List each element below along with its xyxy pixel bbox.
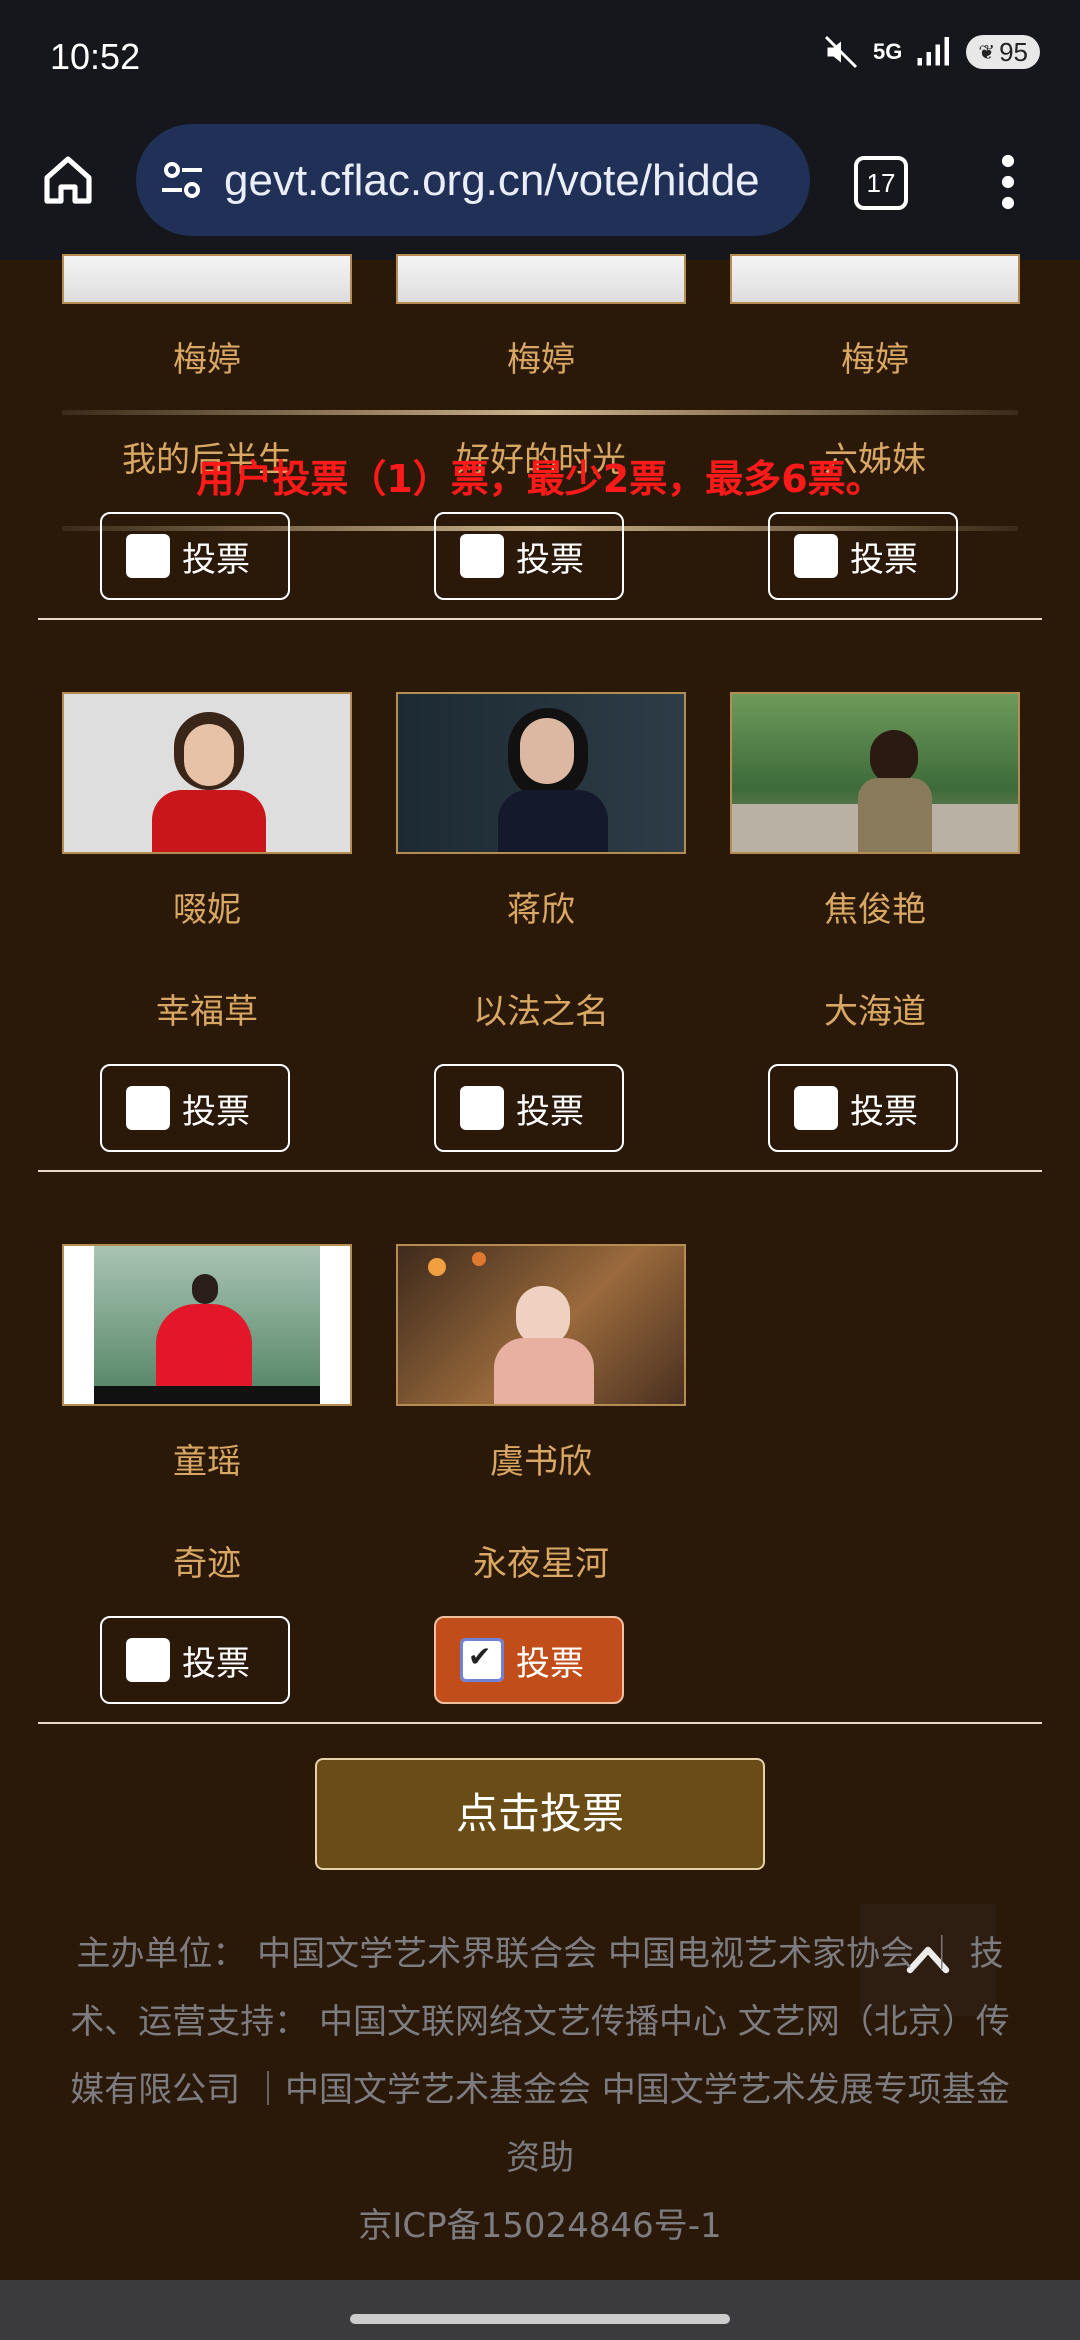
status-bar: 10:52 5G ❦ 95: [0, 0, 1080, 120]
checkbox[interactable]: [460, 1086, 504, 1130]
footer-icp: 京ICP备15024846号-1: [358, 2206, 722, 2246]
checkbox[interactable]: [794, 1086, 838, 1130]
checkbox[interactable]: [126, 1086, 170, 1130]
checkbox[interactable]: [460, 534, 504, 578]
candidate-name: 童瑶: [173, 1442, 241, 1482]
tab-switcher-button[interactable]: 17: [854, 156, 908, 210]
vote-checkbox-button[interactable]: 投票: [434, 1064, 624, 1152]
submit-vote-button[interactable]: 点击投票: [315, 1758, 765, 1870]
browser-toolbar: gevt.cflac.org.cn/vote/hidde 17: [0, 120, 1080, 260]
candidate-work: 永夜星河: [473, 1544, 609, 1584]
checkbox[interactable]: [126, 534, 170, 578]
vote-label: 投票: [850, 1091, 918, 1132]
battery-level: 95: [999, 36, 1028, 67]
candidate-photo: [396, 692, 686, 854]
candidate-work: 以法之名: [473, 992, 609, 1032]
candidate-photo: [62, 254, 352, 304]
footer: 主办单位： 中国文学艺术界联合会 中国电视艺术家协会 ｜ 技术、运营支持： 中国…: [60, 1920, 1020, 2260]
vote-label: 投票: [182, 1091, 250, 1132]
candidate-photo: [396, 1244, 686, 1406]
vote-checkbox-button[interactable]: 投票: [100, 1616, 290, 1704]
candidate-name: 梅婷: [507, 340, 575, 380]
site-settings-icon[interactable]: [158, 156, 206, 204]
candidate-photo: [62, 1244, 352, 1406]
footer-credits: 主办单位： 中国文学艺术界联合会 中国电视艺术家协会 ｜ 技术、运营支持： 中国…: [70, 1934, 1010, 2178]
checkbox-checked[interactable]: [460, 1638, 504, 1682]
vote-label: 投票: [516, 1643, 584, 1684]
candidate-name: 啜妮: [173, 890, 241, 930]
candidate-photo: [396, 254, 686, 304]
vote-label: 投票: [516, 1091, 584, 1132]
candidate-work: 大海道: [824, 992, 926, 1032]
notice-line-top: [62, 410, 1018, 415]
vote-checkbox-button[interactable]: 投票: [100, 512, 290, 600]
status-icons: 5G ❦ 95: [823, 34, 1040, 70]
candidate-name: 梅婷: [173, 340, 241, 380]
vote-label: 投票: [516, 539, 584, 580]
candidate-work: 奇迹: [173, 1544, 241, 1584]
signal-icon: [917, 37, 950, 66]
network-type: 5G: [872, 39, 903, 64]
row-divider: [38, 618, 1042, 620]
candidate-name: 蒋欣: [507, 890, 575, 930]
vote-page: 梅婷 梅婷 梅婷 我的后半生 好好的时光 六姊妹 用户投票（1）票，最少2票，最…: [0, 254, 1080, 2246]
vote-checkbox-button[interactable]: 投票: [100, 1064, 290, 1152]
vote-checkbox-button[interactable]: 投票: [768, 1064, 958, 1152]
candidate-name: 焦俊艳: [824, 890, 926, 930]
battery-leaf-icon: ❦: [978, 41, 996, 64]
vote-checkbox-button-checked[interactable]: 投票: [434, 1616, 624, 1704]
candidate-photo: [730, 692, 1020, 854]
status-time: 10:52: [50, 36, 141, 77]
candidate-work: 幸福草: [156, 992, 258, 1032]
vote-label: 投票: [850, 539, 918, 580]
system-nav-bar: [0, 2280, 1080, 2340]
candidate-photo: [62, 692, 352, 854]
candidate-name: 梅婷: [841, 340, 909, 380]
vote-checkbox-button[interactable]: 投票: [768, 512, 958, 600]
url-bar[interactable]: gevt.cflac.org.cn/vote/hidde: [136, 124, 810, 236]
home-icon[interactable]: [40, 152, 96, 208]
vote-label: 投票: [182, 1643, 250, 1684]
vote-checkbox-button[interactable]: 投票: [434, 512, 624, 600]
url-text: gevt.cflac.org.cn/vote/hidde: [224, 156, 760, 205]
mute-icon: [824, 35, 858, 69]
checkbox[interactable]: [126, 1638, 170, 1682]
more-menu-icon[interactable]: [996, 154, 1020, 210]
row-divider: [38, 1170, 1042, 1172]
candidate-photo: [730, 254, 1020, 304]
vote-label: 投票: [182, 539, 250, 580]
row-divider: [38, 1722, 1042, 1724]
vote-count-notice: 用户投票（1）票，最少2票，最多6票。: [196, 457, 884, 501]
gesture-home-bar[interactable]: [350, 2314, 730, 2324]
battery-indicator: ❦ 95: [966, 35, 1040, 69]
candidate-name: 虞书欣: [490, 1442, 592, 1482]
checkbox[interactable]: [794, 534, 838, 578]
